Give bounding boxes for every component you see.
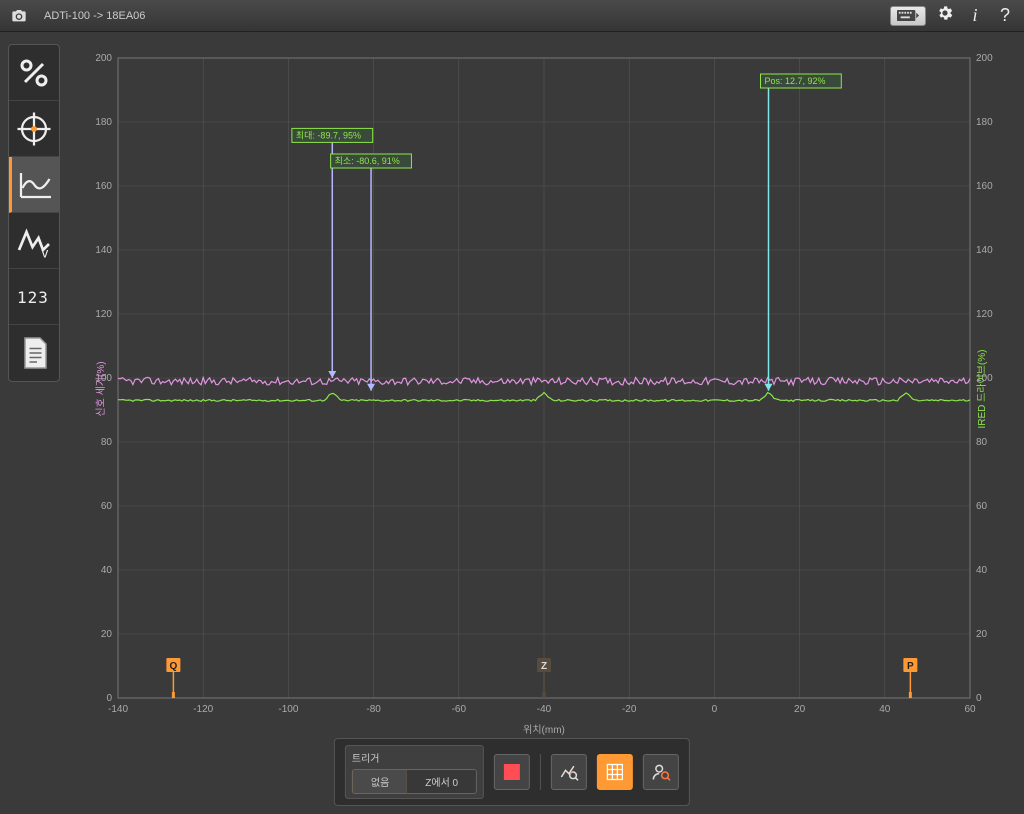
svg-text:-100: -100	[278, 704, 298, 715]
svg-text:80: 80	[101, 437, 113, 448]
trigger-option-z0[interactable]: Z에서 0	[407, 770, 476, 793]
stop-button[interactable]	[494, 754, 530, 790]
svg-text:180: 180	[95, 117, 112, 128]
y-axis-left-label: 신호 세기(%)	[92, 361, 107, 416]
reset-zoom-button[interactable]	[551, 754, 587, 790]
svg-text:-40: -40	[537, 704, 552, 715]
svg-text:60: 60	[976, 501, 988, 512]
help-icon[interactable]: ?	[994, 5, 1016, 26]
grid-toggle-button[interactable]	[597, 754, 633, 790]
svg-text:20: 20	[794, 704, 806, 715]
svg-text:40: 40	[976, 565, 988, 576]
settings-icon[interactable]	[934, 4, 956, 27]
svg-text:160: 160	[95, 181, 112, 192]
x-axis-label: 위치(mm)	[523, 721, 565, 736]
svg-text:120: 120	[976, 309, 993, 320]
tool-sidebar: v 123	[8, 44, 60, 382]
svg-text:123: 123	[17, 288, 49, 307]
tool-crosshair[interactable]	[9, 101, 59, 157]
tool-percent[interactable]	[9, 45, 59, 101]
svg-text:-20: -20	[622, 704, 637, 715]
svg-text:-80: -80	[366, 704, 381, 715]
svg-text:160: 160	[976, 181, 993, 192]
keyboard-button[interactable]	[890, 6, 926, 26]
svg-text:60: 60	[964, 704, 976, 715]
y-axis-right-label: IRED 드라이브(%)	[973, 349, 988, 428]
svg-text:120: 120	[95, 309, 112, 320]
chart-container: 신호 세기(%) IRED 드라이브(%) 002020404060608080…	[78, 44, 1010, 734]
svg-text:P: P	[907, 661, 914, 672]
svg-text:-60: -60	[452, 704, 467, 715]
svg-text:Q: Q	[169, 661, 177, 672]
svg-text:40: 40	[879, 704, 891, 715]
svg-text:20: 20	[976, 629, 988, 640]
svg-text:0: 0	[976, 693, 982, 704]
trigger-box: 트리거 없음 Z에서 0	[345, 745, 484, 799]
svg-text:40: 40	[101, 565, 113, 576]
svg-text:Z: Z	[541, 661, 547, 672]
svg-text:-140: -140	[108, 704, 128, 715]
device-title: ADTi-100 -> 18EA06	[44, 10, 145, 22]
svg-text:60: 60	[101, 501, 113, 512]
svg-text:-120: -120	[193, 704, 213, 715]
topbar: ADTi-100 -> 18EA06 i ?	[0, 0, 1024, 32]
tool-digits[interactable]: 123	[9, 269, 59, 325]
find-person-button[interactable]	[643, 754, 679, 790]
svg-text:Pos: 12.7, 92%: Pos: 12.7, 92%	[765, 76, 826, 86]
chart-plot[interactable]: 0020204040606080801001001201201401401601…	[78, 44, 1010, 734]
svg-text:0: 0	[712, 704, 718, 715]
svg-text:최대: -89.7, 95%: 최대: -89.7, 95%	[296, 130, 361, 140]
svg-text:최소: -80.6, 91%: 최소: -80.6, 91%	[335, 156, 400, 166]
camera-icon[interactable]	[8, 5, 30, 27]
svg-text:140: 140	[976, 245, 993, 256]
tool-notes[interactable]	[9, 325, 59, 381]
svg-text:v: v	[42, 245, 49, 259]
svg-text:200: 200	[976, 53, 993, 64]
tool-line-chart[interactable]	[9, 157, 59, 213]
svg-text:20: 20	[101, 629, 113, 640]
svg-text:140: 140	[95, 245, 112, 256]
tool-peak[interactable]: v	[9, 213, 59, 269]
svg-text:80: 80	[976, 437, 988, 448]
svg-text:200: 200	[95, 53, 112, 64]
info-icon[interactable]: i	[964, 5, 986, 26]
trigger-option-none[interactable]: 없음	[352, 769, 408, 794]
svg-text:0: 0	[106, 693, 112, 704]
trigger-segmented: 없음 Z에서 0	[352, 769, 477, 794]
svg-text:180: 180	[976, 117, 993, 128]
bottom-panel: 트리거 없음 Z에서 0	[334, 738, 690, 806]
trigger-label: 트리거	[352, 750, 477, 765]
